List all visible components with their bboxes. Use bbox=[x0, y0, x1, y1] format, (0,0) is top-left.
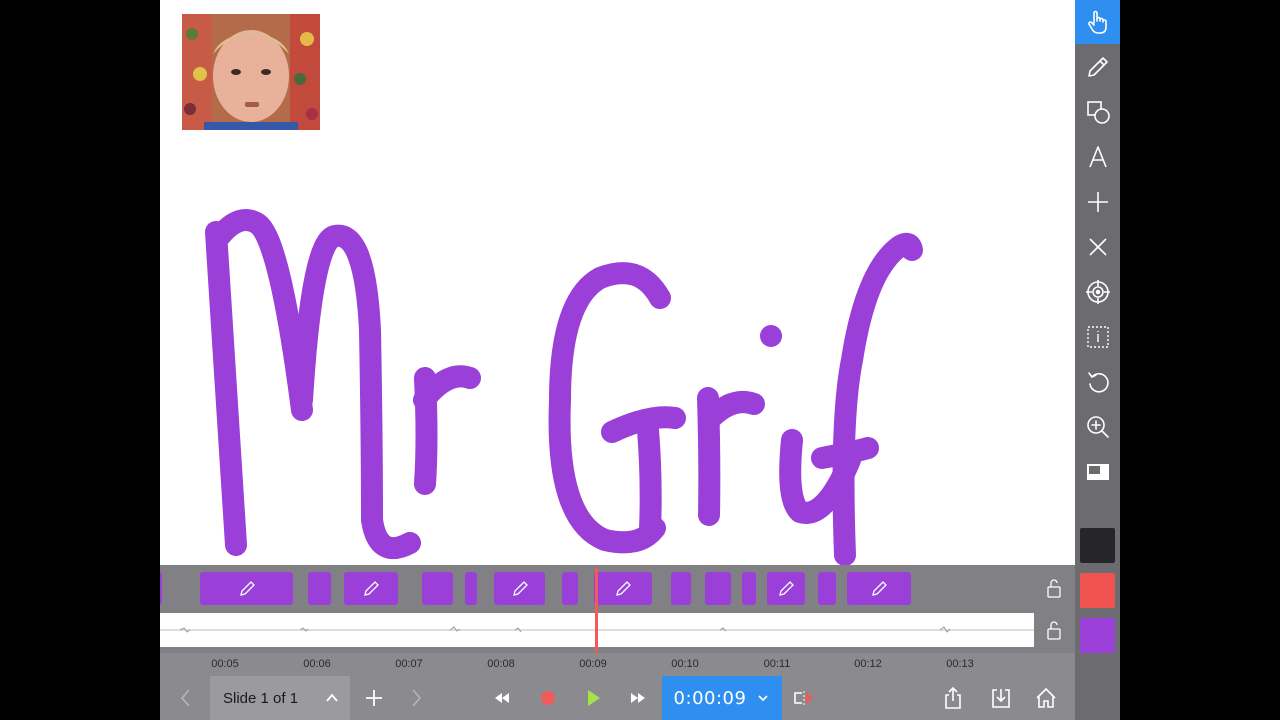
zoom-in-icon bbox=[1086, 416, 1109, 438]
audio-track-row bbox=[160, 611, 1075, 653]
playhead[interactable] bbox=[595, 567, 598, 653]
rewind-icon bbox=[495, 693, 509, 703]
drawing-canvas[interactable] bbox=[160, 0, 1075, 565]
tick-label: 00:13 bbox=[946, 658, 974, 670]
delete-tool[interactable] bbox=[1075, 225, 1120, 269]
tick-label: 00:08 bbox=[487, 658, 515, 670]
timeline-clip[interactable] bbox=[160, 572, 162, 605]
bottom-toolbar: Slide 1 of 1 0:00:09 bbox=[160, 676, 1075, 720]
timeline-clip[interactable] bbox=[742, 572, 756, 605]
slide-label: Slide 1 of 1 bbox=[223, 689, 299, 707]
timeline-clip[interactable] bbox=[465, 572, 477, 605]
timeline-clip[interactable] bbox=[200, 572, 293, 605]
split-clip-button[interactable] bbox=[792, 686, 816, 710]
undo-tool[interactable] bbox=[1075, 360, 1120, 404]
record-icon bbox=[541, 691, 555, 705]
share-icon bbox=[945, 686, 961, 709]
split-clip-icon bbox=[794, 691, 813, 705]
pencil-icon bbox=[1087, 57, 1108, 77]
time-display[interactable]: 0:00:09 bbox=[662, 676, 782, 720]
text-box-tool[interactable] bbox=[1075, 315, 1120, 359]
chevron-left-icon bbox=[180, 689, 190, 707]
tick-label: 00:05 bbox=[211, 658, 239, 670]
record-button[interactable] bbox=[536, 686, 560, 710]
color-swatch-black[interactable] bbox=[1080, 528, 1115, 563]
close-icon bbox=[1088, 238, 1107, 256]
shapes-tool[interactable] bbox=[1075, 90, 1120, 134]
current-time: 0:00:09 bbox=[673, 687, 747, 709]
crosshair-icon bbox=[1085, 280, 1110, 304]
pencil-icon bbox=[872, 580, 887, 596]
pencil-icon bbox=[364, 580, 379, 596]
color-swatch-purple[interactable] bbox=[1080, 618, 1115, 653]
chevron-up-icon bbox=[326, 693, 338, 702]
tick-label: 00:10 bbox=[671, 658, 699, 670]
pencil-icon bbox=[779, 580, 794, 596]
tick-label: 00:09 bbox=[579, 658, 607, 670]
plus-icon bbox=[1087, 192, 1108, 212]
timeline-clip[interactable] bbox=[767, 572, 805, 605]
home-icon bbox=[1036, 687, 1056, 708]
timeline-clip[interactable] bbox=[705, 572, 731, 605]
text-tool[interactable] bbox=[1075, 135, 1120, 179]
add-tool[interactable] bbox=[1075, 180, 1120, 224]
drawing-clip-track bbox=[160, 565, 1075, 611]
color-swatch-red[interactable] bbox=[1080, 573, 1115, 608]
fast-forward-icon bbox=[631, 693, 645, 703]
undo-icon bbox=[1087, 372, 1109, 393]
text-box-icon bbox=[1086, 326, 1109, 348]
pencil-tool[interactable] bbox=[1075, 45, 1120, 89]
hand-pointer-tool[interactable] bbox=[1075, 0, 1120, 44]
plus-icon bbox=[366, 690, 382, 706]
tick-label: 00:07 bbox=[395, 658, 423, 670]
timeline-clip[interactable] bbox=[562, 572, 578, 605]
timeline-clip[interactable] bbox=[344, 572, 398, 605]
play-button[interactable] bbox=[581, 686, 605, 710]
chevron-down-icon bbox=[758, 695, 769, 702]
chevron-right-icon bbox=[412, 689, 422, 707]
import-button[interactable] bbox=[989, 686, 1013, 710]
hand-pointer-icon bbox=[1087, 10, 1107, 34]
timeline-clip[interactable] bbox=[308, 572, 331, 605]
add-slide-button[interactable] bbox=[362, 686, 386, 710]
tick-label: 00:12 bbox=[854, 658, 882, 670]
app-window: 00:05 00:06 00:07 00:08 00:09 00:10 00:1… bbox=[160, 0, 1120, 720]
share-button[interactable] bbox=[941, 686, 965, 710]
handwriting-stroke bbox=[205, 209, 923, 565]
timeline-clip[interactable] bbox=[818, 572, 836, 605]
pencil-icon bbox=[512, 580, 528, 596]
tick-label: 00:06 bbox=[303, 658, 331, 670]
timeline-ruler[interactable]: 00:05 00:06 00:07 00:08 00:09 00:10 00:1… bbox=[160, 653, 1075, 676]
timeline-clip[interactable] bbox=[847, 572, 911, 605]
fast-forward-button[interactable] bbox=[626, 686, 650, 710]
picture-in-picture-tool[interactable] bbox=[1075, 450, 1120, 494]
shapes-icon bbox=[1086, 101, 1110, 124]
audio-lock-icon[interactable] bbox=[1046, 620, 1062, 640]
slide-selector[interactable]: Slide 1 of 1 bbox=[210, 676, 350, 720]
tick-label: 00:11 bbox=[763, 658, 791, 670]
track-lock-icon[interactable] bbox=[1046, 578, 1062, 598]
tools-sidebar bbox=[1075, 0, 1120, 720]
previous-slide-button[interactable] bbox=[174, 686, 198, 710]
zoom-tool[interactable] bbox=[1075, 405, 1120, 449]
timeline-clip[interactable] bbox=[594, 572, 652, 605]
timeline-clip[interactable] bbox=[494, 572, 545, 605]
pencil-icon bbox=[616, 580, 631, 596]
next-slide-button[interactable] bbox=[404, 686, 428, 710]
pencil-icon bbox=[239, 580, 255, 596]
picture-in-picture-icon bbox=[1086, 464, 1109, 480]
timeline-clip[interactable] bbox=[422, 572, 453, 605]
play-icon bbox=[588, 690, 600, 706]
home-button[interactable] bbox=[1034, 686, 1058, 710]
rewind-button[interactable] bbox=[490, 686, 514, 710]
download-icon bbox=[992, 689, 1010, 708]
text-icon bbox=[1088, 146, 1107, 168]
laser-pointer-tool[interactable] bbox=[1075, 270, 1120, 314]
timeline-clip[interactable] bbox=[671, 572, 691, 605]
